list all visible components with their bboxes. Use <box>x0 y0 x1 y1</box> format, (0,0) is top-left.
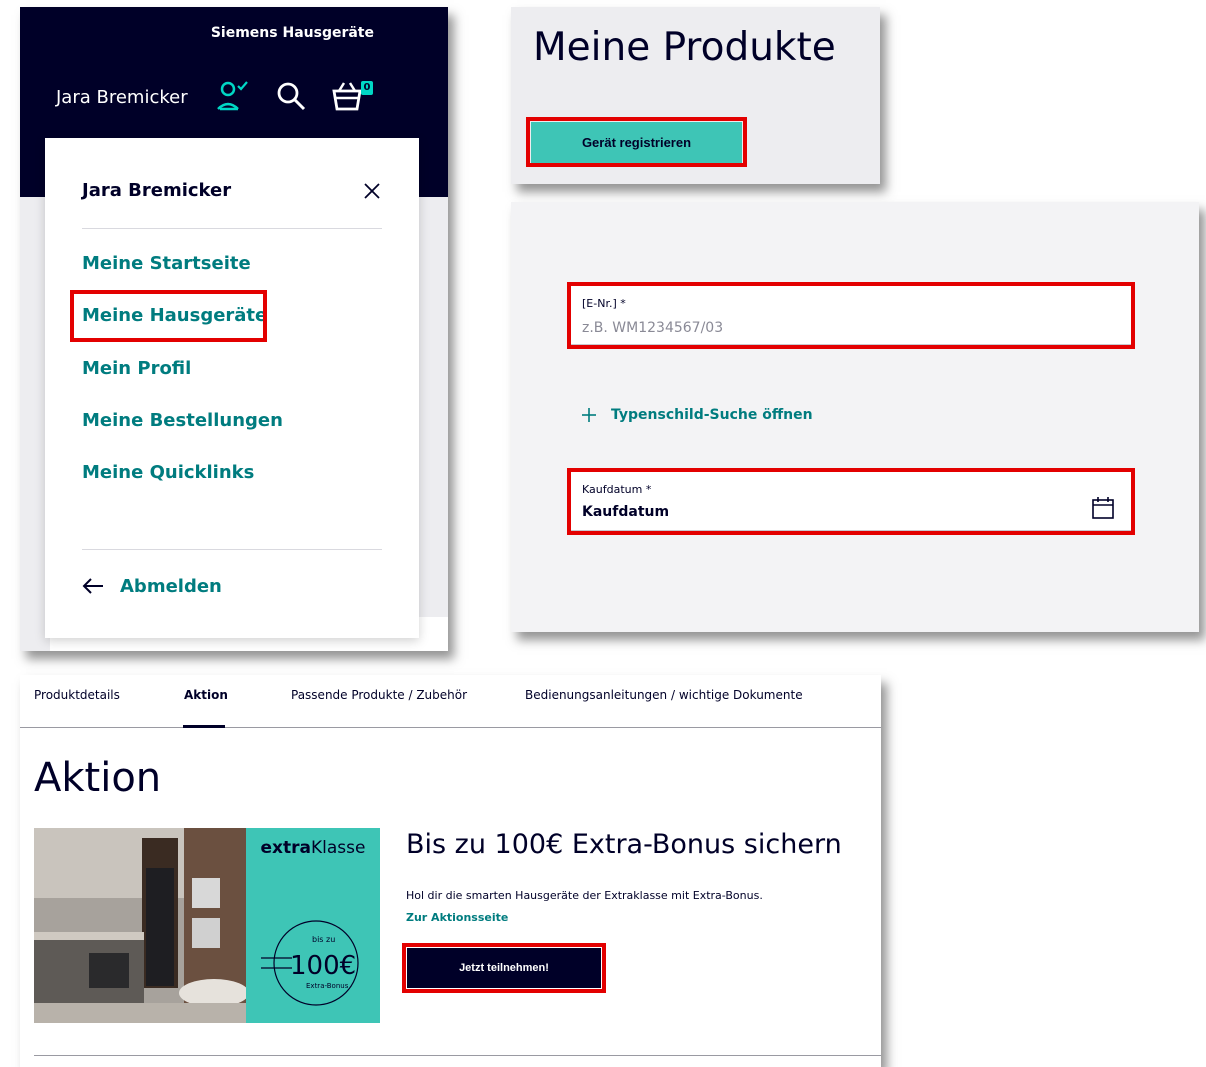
page-title: Meine Produkte <box>533 25 836 70</box>
menu-divider <box>82 549 382 550</box>
menu-item-meine-quicklinks[interactable]: Meine Quicklinks <box>82 462 254 483</box>
enr-input[interactable] <box>582 320 1082 336</box>
product-tabs: Produktdetails Aktion Passende Produkte … <box>20 675 881 728</box>
kitchen-photo <box>34 828 246 1023</box>
tab-aktion[interactable]: Aktion <box>184 688 228 702</box>
close-icon[interactable] <box>361 180 383 202</box>
menu-item-meine-bestellungen[interactable]: Meine Bestellungen <box>82 410 283 431</box>
menu-title: Jara Bremicker <box>82 180 232 201</box>
typenschild-link-label: Typenschild-Suche öffnen <box>611 407 813 423</box>
active-tab-indicator <box>183 725 225 728</box>
aktion-panel: Produktdetails Aktion Passende Produkte … <box>20 675 881 1067</box>
basket-icon[interactable] <box>330 79 364 113</box>
enr-field: [E-Nr.] * <box>571 286 1131 345</box>
badge-amount-text: 100€ <box>290 951 356 981</box>
section-divider <box>34 1055 881 1056</box>
bonus-badge: bis zu 100€ Extra-Bonus <box>261 920 359 1006</box>
section-title: Aktion <box>34 755 162 801</box>
plus-icon <box>582 408 596 422</box>
tab-bedienungsanleitungen[interactable]: Bedienungsanleitungen / wichtige Dokumen… <box>525 688 803 702</box>
promo-page-link[interactable]: Zur Aktionsseite <box>406 911 508 924</box>
enr-label: [E-Nr.] * <box>582 297 626 310</box>
promo-description: Hol dir die smarten Hausgeräte der Extra… <box>406 889 763 902</box>
promo-title: Bis zu 100€ Extra-Bonus sichern <box>406 829 842 860</box>
basket-count-badge: 0 <box>361 81 373 95</box>
promo-banner: extraKlasse bis zu 100€ Extra-Bonus <box>246 828 380 1023</box>
menu-item-meine-startseite[interactable]: Meine Startseite <box>82 253 251 274</box>
logout-label: Abmelden <box>120 575 222 597</box>
tab-passende-produkte[interactable]: Passende Produkte / Zubehör <box>291 688 467 702</box>
products-panel: Meine Produkte Gerät registrieren <box>511 7 880 184</box>
register-device-button[interactable]: Gerät registrieren <box>531 122 742 164</box>
account-panel: Siemens Hausgeräte Jara Bremicker 0 Jara… <box>20 7 448 651</box>
search-icon[interactable] <box>274 79 308 113</box>
arrow-left-icon <box>82 578 103 594</box>
brand-name: Siemens Hausgeräte <box>210 25 374 41</box>
tab-produktdetails[interactable]: Produktdetails <box>34 688 120 702</box>
typenschild-search-link[interactable]: Typenschild-Suche öffnen <box>581 407 813 423</box>
user-check-icon[interactable] <box>216 79 250 113</box>
badge-top-text: bis zu <box>312 935 335 944</box>
participate-button[interactable]: Jetzt teilnehmen! <box>407 948 601 988</box>
menu-item-mein-profil[interactable]: Mein Profil <box>82 358 191 379</box>
register-form-panel: [E-Nr.] * Typenschild-Suche öffnen Kaufd… <box>511 202 1199 632</box>
menu-divider <box>82 228 382 229</box>
purchase-date-field[interactable]: Kaufdatum * Kaufdatum <box>571 472 1131 531</box>
purchase-date-label: Kaufdatum * <box>582 483 652 496</box>
purchase-date-value[interactable]: Kaufdatum <box>582 504 669 520</box>
logout-button[interactable]: Abmelden <box>82 574 222 598</box>
account-menu: Jara Bremicker Meine Startseite Meine Ha… <box>45 138 419 638</box>
badge-bottom-text: Extra-Bonus <box>306 982 349 990</box>
header-user-name[interactable]: Jara Bremicker <box>56 87 188 108</box>
menu-item-meine-hausgeraete[interactable]: Meine Hausgeräte <box>82 305 267 326</box>
extraklasse-logo: extraKlasse <box>260 838 366 858</box>
calendar-icon[interactable] <box>1091 496 1115 520</box>
